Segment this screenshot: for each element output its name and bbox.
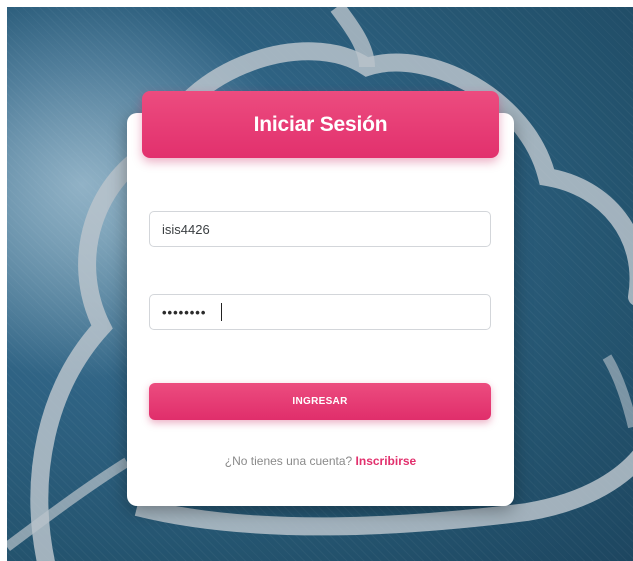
screen: Iniciar Sesión INGRESAR ¿No tienes una c… [7,7,633,561]
login-header: Iniciar Sesión [142,91,499,158]
login-button[interactable]: INGRESAR [149,383,491,420]
username-input[interactable] [149,211,491,247]
signup-prompt: ¿No tienes una cuenta? Inscribirse [127,454,514,468]
signup-prompt-text: ¿No tienes una cuenta? [224,454,353,468]
page-title: Iniciar Sesión [253,112,388,136]
text-cursor [221,303,222,321]
signup-link[interactable]: Inscribirse [356,454,417,468]
password-input[interactable] [149,294,491,330]
